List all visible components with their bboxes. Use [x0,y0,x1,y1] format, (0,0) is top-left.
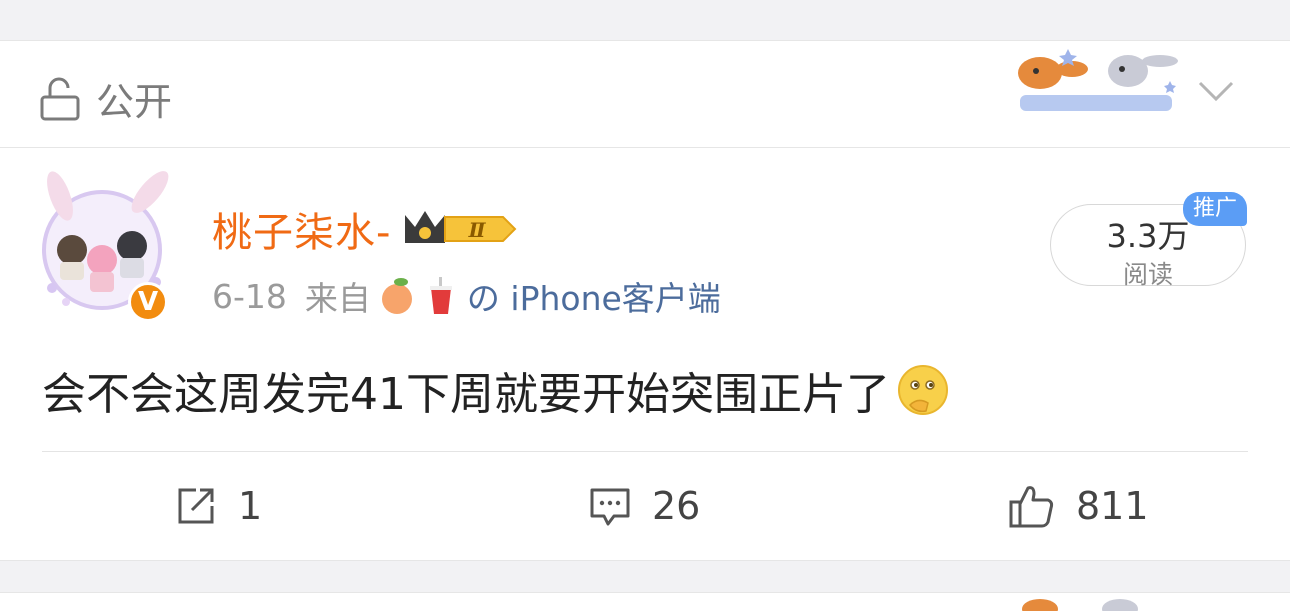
action-bar: 1 26 811 [0,470,1290,542]
repost-button[interactable]: 1 [174,470,262,542]
unlock-icon [40,77,80,120]
source-prefix: 来自 [304,279,371,318]
thumbs-up-icon [1009,486,1054,528]
post-text: 会不会这周发完41下周就要开始突围正片了 [42,358,950,422]
thinking-emoji-icon [898,365,948,415]
member-level: Ⅱ [468,218,487,242]
visibility-selector[interactable]: 公开 [40,71,172,126]
like-button[interactable]: 811 [1008,470,1149,542]
verified-badge: V [128,282,168,322]
peach-icon [381,278,412,314]
action-divider [42,451,1248,452]
repost-count: 1 [238,484,263,528]
comment-icon [590,488,630,526]
repost-icon [178,488,214,524]
source-link[interactable]: の iPhone客户端 [467,272,721,320]
visibility-label: 公开 [96,80,173,124]
post-body: 会不会这周发完41下周就要开始突围正片了 [42,369,890,420]
like-count: 811 [1076,484,1149,528]
promote-tag[interactable]: 推广 [1183,192,1247,226]
visibility-card: 公开 [0,40,1290,148]
card-decoration-image [1022,599,1138,611]
comment-button[interactable]: 26 [588,470,700,542]
comment-count: 26 [652,484,701,528]
read-label: 阅读 [1122,260,1173,289]
card-decoration-image [1018,49,1178,111]
avatar[interactable]: V [32,170,174,322]
post-card: V 桃子柒水- Ⅱ 6-18 来自 の iPhone客户端 3.3万 阅读 推广… [0,148,1290,561]
next-card [0,592,1290,613]
member-crown-badge[interactable]: Ⅱ [401,207,519,251]
chevron-down-icon[interactable] [1198,79,1234,103]
drink-cup-icon [429,277,452,314]
post-date: 6-18 [212,276,287,316]
author-name[interactable]: 桃子柒水- [212,200,391,258]
